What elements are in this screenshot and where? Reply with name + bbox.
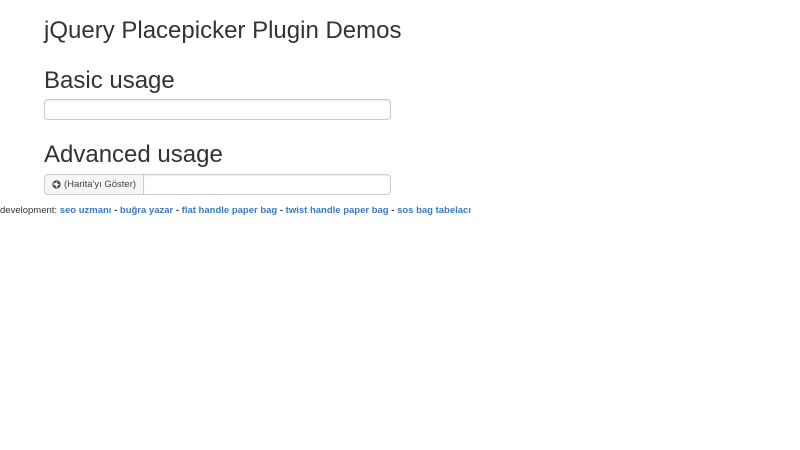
- basic-place-input[interactable]: [44, 99, 391, 120]
- footer-link-bugra-yazar[interactable]: buğra yazar: [120, 205, 173, 216]
- footer-separator: -: [114, 205, 118, 216]
- advanced-input-group: (Harita'yı Göster): [44, 174, 391, 195]
- advanced-place-input[interactable]: [143, 174, 391, 195]
- footer-link-sos-bag-tabelaci[interactable]: sos bag tabelacı: [397, 205, 471, 216]
- page-title: jQuery Placepicker Plugin Demos: [44, 17, 402, 44]
- footer-link-flat-handle-paper-bag[interactable]: flat handle paper bag: [182, 205, 278, 216]
- globe-icon: [52, 180, 61, 189]
- footer-prefix: development:: [0, 205, 58, 216]
- footer-separator: -: [391, 205, 395, 216]
- footer-link-seo-uzmani[interactable]: seo uzmanı: [60, 205, 112, 216]
- show-map-button[interactable]: (Harita'yı Göster): [44, 174, 144, 195]
- show-map-button-label: (Harita'yı Göster): [64, 179, 137, 190]
- basic-usage-heading: Basic usage: [44, 67, 175, 94]
- footer-separator: -: [279, 205, 284, 216]
- footer-credits: development: seo uzmanı - buğra yazar - …: [0, 205, 471, 217]
- advanced-usage-heading: Advanced usage: [44, 141, 223, 168]
- footer-link-twist-handle-paper-bag[interactable]: twist handle paper bag: [286, 205, 389, 216]
- footer-separator: -: [175, 205, 180, 216]
